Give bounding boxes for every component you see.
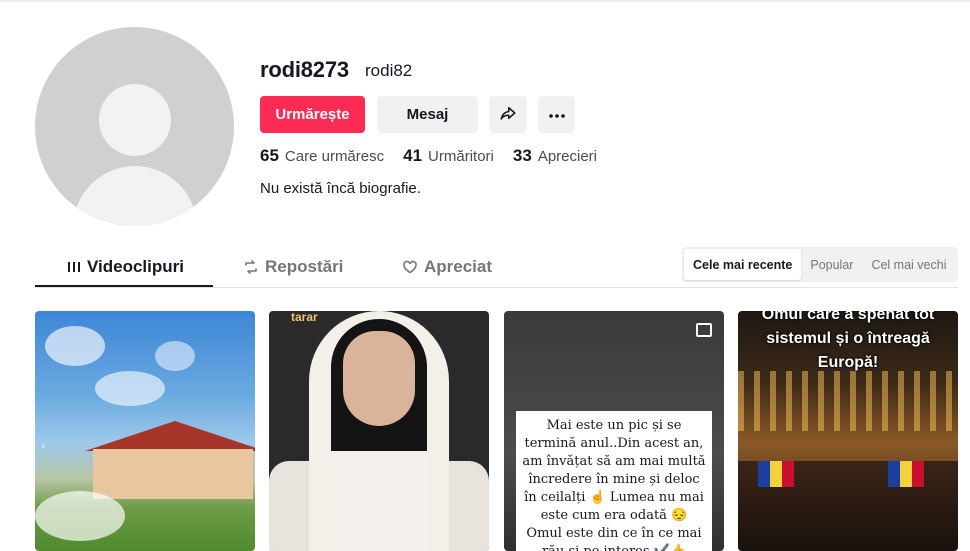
video-overlay-text: Omul care a spenat tot sistemul și o înt… <box>761 311 935 371</box>
tiktok-logo-icon: ♪ <box>41 441 45 450</box>
video-card[interactable]: Omul care a spenat tot sistemul și o înt… <box>738 311 958 551</box>
flag <box>758 461 794 487</box>
tab-reposts[interactable]: Repostări <box>243 246 343 288</box>
video-card[interactable]: Mai este un pic și se termină anul..Din … <box>504 311 724 551</box>
heart-outline-icon <box>402 259 418 275</box>
tab-label: Apreciat <box>424 257 493 276</box>
stat-value: 41 <box>403 146 423 165</box>
ellipsis-icon <box>548 106 566 123</box>
photo-icon <box>696 323 712 337</box>
sort-selector: Cele mai recente Popular Cel mai vechi <box>682 247 958 282</box>
share-icon <box>499 104 517 126</box>
stat-value: 33 <box>512 146 532 165</box>
stat-likes: 33 Aprecieri <box>513 146 597 166</box>
stat-following[interactable]: 65 Care urmăresc <box>260 146 384 166</box>
video-overlay-text: tarar <box>291 311 318 324</box>
house-image <box>85 421 255 501</box>
active-tab-indicator <box>35 285 213 287</box>
follow-button[interactable]: Urmărește <box>260 96 365 133</box>
image-lights <box>738 371 958 431</box>
flag <box>888 461 924 487</box>
image-blouse <box>329 451 429 551</box>
avatar[interactable] <box>35 27 234 226</box>
avatar-placeholder-body <box>73 166 197 226</box>
grid-lines-icon <box>67 260 81 274</box>
more-options-button[interactable] <box>538 96 575 133</box>
video-overlay-text: Mai este un pic și se termină anul..Din … <box>516 411 712 551</box>
bio: Nu există încă biografie. <box>260 180 421 197</box>
tab-label: Repostări <box>265 257 344 276</box>
stat-followers[interactable]: 41 Urmăritori <box>403 146 494 166</box>
sort-option-oldest[interactable]: Cel mai vechi <box>862 249 955 280</box>
top-divider <box>0 0 970 2</box>
sort-option-latest[interactable]: Cele mai recente <box>684 249 802 280</box>
share-button[interactable] <box>489 96 527 133</box>
username: rodi8273 <box>260 57 349 82</box>
repost-icon <box>243 259 259 275</box>
stat-label: Aprecieri <box>537 148 597 165</box>
profile-stats: 65 Care urmăresc 41 Urmăritori 33 Apreci… <box>260 146 616 166</box>
stat-label: Urmăritori <box>428 148 494 165</box>
tab-label: Videoclipuri <box>87 257 184 276</box>
video-card[interactable]: tarar <box>269 311 489 551</box>
video-card[interactable]: ♪ <box>35 311 255 551</box>
avatar-placeholder-head <box>99 84 171 156</box>
image-face <box>343 331 415 426</box>
message-button[interactable]: Mesaj <box>377 96 478 133</box>
stat-label: Care urmăresc <box>284 148 385 165</box>
tab-liked[interactable]: Apreciat <box>402 246 492 288</box>
tab-videos[interactable]: Videoclipuri <box>67 246 184 288</box>
stat-value: 65 <box>260 146 279 165</box>
nickname: rodi82 <box>365 61 413 80</box>
sort-option-popular[interactable]: Popular <box>801 249 862 280</box>
